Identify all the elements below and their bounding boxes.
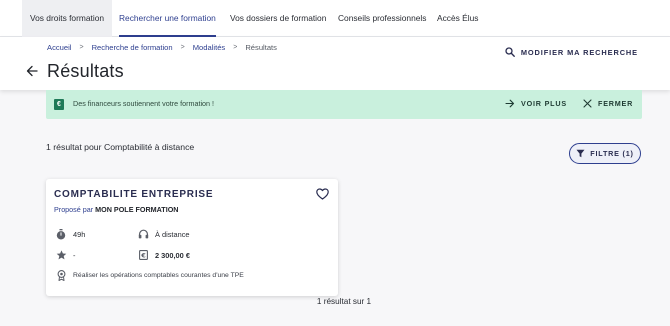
- headphones-icon: [136, 229, 150, 239]
- banner-message: Des financeurs soutiennent votre formati…: [73, 99, 215, 108]
- pagination-summary: 1 résultat sur 1: [316, 297, 372, 306]
- breadcrumb-accueil[interactable]: Accueil: [47, 43, 71, 52]
- provider-prefix: Proposé par: [54, 205, 94, 214]
- breadcrumb-current: Résultats: [245, 43, 277, 52]
- see-more-label: VOIR PLUS: [521, 99, 567, 108]
- svg-text:€: €: [140, 252, 146, 260]
- chevron-right-icon: >: [79, 44, 84, 51]
- close-banner-button[interactable]: FERMER: [583, 99, 633, 108]
- tab-conseils-professionnels[interactable]: Conseils professionnels: [338, 0, 426, 37]
- modify-search-button[interactable]: MODIFIER MA RECHERCHE: [505, 47, 638, 57]
- training-card[interactable]: COMPTABILITE ENTREPRISE Proposé par MON …: [46, 179, 338, 296]
- close-icon: [583, 99, 592, 108]
- tab-rechercher-une-formation[interactable]: Rechercher une formation: [119, 0, 216, 37]
- training-title[interactable]: COMPTABILITE ENTREPRISE: [54, 189, 213, 200]
- training-provider: Proposé par MON POLE FORMATION: [54, 205, 178, 214]
- duration-value: 49h: [73, 230, 86, 239]
- duration: 49h: [54, 229, 85, 240]
- top-navigation: Vos droits formation Rechercher une form…: [0, 0, 670, 37]
- search-icon: [505, 47, 515, 57]
- stopwatch-icon: [54, 229, 68, 240]
- page-title: Résultats: [47, 61, 124, 81]
- modify-search-label: MODIFIER MA RECHERCHE: [520, 47, 638, 57]
- modality-value: À distance: [155, 229, 190, 239]
- heart-icon[interactable]: [316, 188, 329, 200]
- result-count: 1 résultat pour Comptabilité à distance: [46, 142, 195, 152]
- euro-icon: €: [54, 99, 64, 110]
- tab-vos-dossiers-de-formation[interactable]: Vos dossiers de formation: [230, 0, 326, 37]
- breadcrumb-recherche-de-formation[interactable]: Recherche de formation: [92, 43, 173, 52]
- price-value: 2 300,00 €: [155, 250, 190, 260]
- financing-banner: € Des financeurs soutiennent votre forma…: [46, 90, 642, 119]
- filter-icon: [576, 149, 585, 158]
- tab-acces-elus[interactable]: Accès Élus: [437, 0, 478, 37]
- training-objective: Réaliser les opérations comptables coura…: [54, 270, 244, 281]
- breadcrumb-modalites[interactable]: Modalités: [193, 43, 226, 52]
- back-arrow-icon[interactable]: [26, 64, 38, 78]
- filter-label: FILTRE (1): [590, 149, 634, 158]
- tab-vos-droits-formation[interactable]: Vos droits formation: [22, 0, 113, 37]
- price-tag-icon: €: [136, 250, 150, 260]
- objective-text: Réaliser les opérations comptables coura…: [73, 272, 244, 279]
- modality: À distance: [136, 229, 190, 239]
- medal-icon: [54, 270, 68, 281]
- filter-button[interactable]: FILTRE (1): [569, 143, 641, 164]
- rating-value: -: [73, 250, 76, 260]
- results-header: Accueil > Recherche de formation > Modal…: [0, 37, 670, 90]
- arrow-right-icon: [505, 99, 515, 108]
- rating: -: [54, 250, 75, 260]
- star-icon: [54, 250, 68, 260]
- close-label: FERMER: [598, 99, 634, 108]
- chevron-right-icon: >: [233, 44, 238, 51]
- price: € 2 300,00 €: [136, 250, 190, 260]
- breadcrumb: Accueil > Recherche de formation > Modal…: [47, 43, 277, 52]
- see-more-button[interactable]: VOIR PLUS: [505, 99, 567, 108]
- provider-name: MON POLE FORMATION: [95, 205, 179, 214]
- chevron-right-icon: >: [180, 44, 185, 51]
